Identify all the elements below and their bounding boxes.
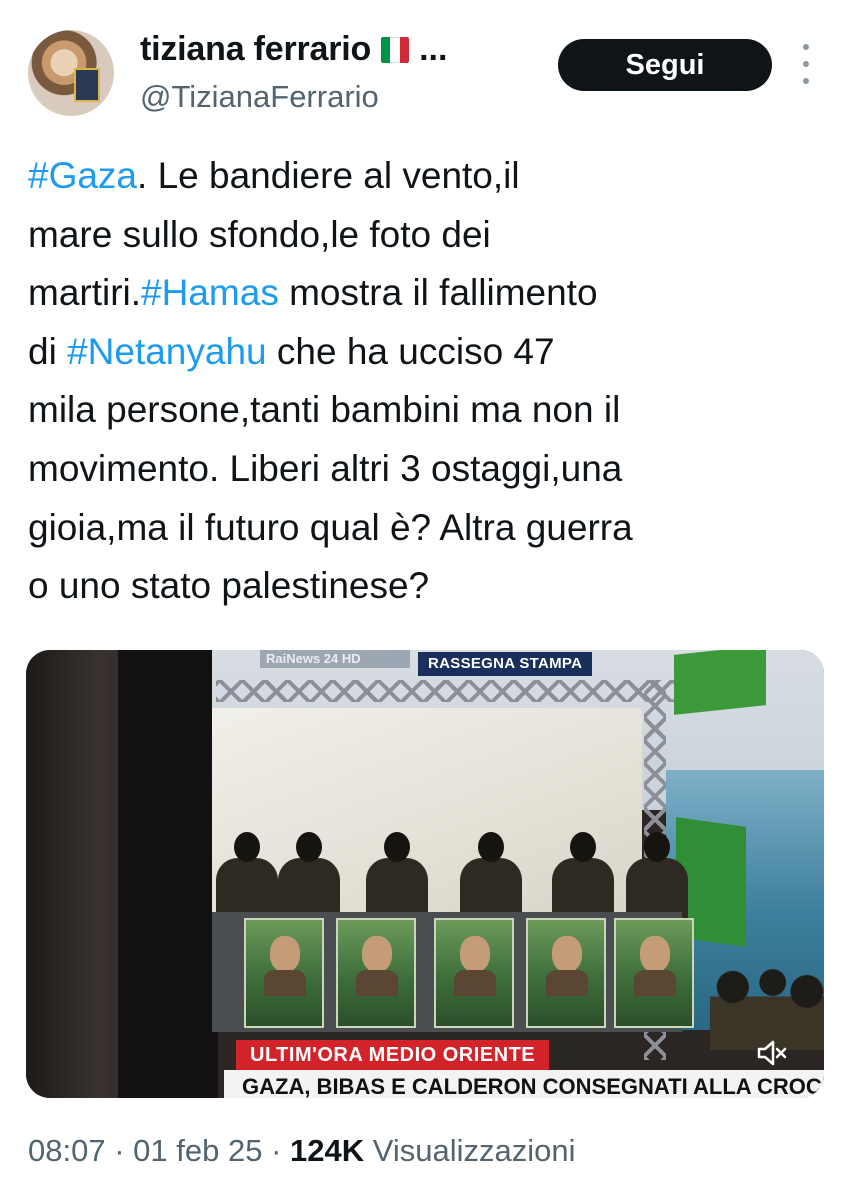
author-handle[interactable]: @TizianaFerrario — [140, 79, 379, 115]
martyr-poster — [244, 918, 324, 1028]
more-options-icon[interactable] — [796, 44, 816, 84]
tweet-line: gioia,ma il futuro qual è? Altra guerra — [28, 499, 828, 558]
tweet-line: di #Netanyahu che ha ucciso 47 — [28, 323, 828, 382]
italy-flag-icon — [381, 36, 410, 63]
martyr-poster — [526, 918, 606, 1028]
views-count[interactable]: 124K — [290, 1133, 364, 1168]
video-player[interactable]: RaiNews 24 HD RASSEGNA STAMPA ULTIM'ORA … — [26, 650, 824, 1098]
tweet-text-segment: mare sullo sfondo,le foto dei — [28, 213, 491, 255]
stage-truss — [216, 680, 676, 702]
tweet-text-segment: o uno stato palestinese? — [28, 565, 430, 607]
tweet-text-segment: gioia,ma il futuro qual è? Altra guerra — [28, 506, 633, 548]
breaking-news-label: ULTIM'ORA MEDIO ORIENTE — [236, 1040, 550, 1070]
author-name-row[interactable]: tiziana ferrario ... — [140, 30, 447, 69]
author-name[interactable]: tiziana ferrario — [140, 30, 371, 69]
meta-separator: · — [271, 1133, 282, 1168]
follow-button[interactable]: Segui — [558, 39, 772, 91]
tweet-meta: 08:07 · 01 feb 25 · 124K Visualizzazioni — [28, 1133, 576, 1169]
tweet-text-segment: di — [28, 330, 68, 372]
tweet-text: #Gaza. Le bandiere al vento,il mare sullo… — [28, 147, 828, 616]
tweet-text-segment: mila persone,tanti bambini ma non il — [28, 389, 621, 431]
tweet-date[interactable]: 01 feb 25 — [133, 1133, 262, 1168]
tweet-line: mare sullo sfondo,le foto dei — [28, 206, 828, 265]
tweet-text-segment: movimento. Liberi altri 3 ostaggi,una — [28, 447, 623, 489]
tweet-text-segment: mostra il fallimento — [278, 272, 598, 314]
crowd — [710, 960, 824, 1050]
hashtag-link[interactable]: #Hamas — [141, 272, 279, 313]
tweet-header: tiziana ferrario ... @TizianaFerrario Se… — [0, 0, 850, 130]
name-truncation: ... — [419, 30, 448, 68]
views-label[interactable]: Visualizzazioni — [373, 1133, 576, 1168]
tweet-text-segment: che ha ucciso 47 — [266, 330, 555, 372]
tweet-text-segment: . Le bandiere al vento,il — [137, 155, 520, 196]
tweet-text-segment: martiri. — [28, 272, 142, 314]
tweet-line: o uno stato palestinese? — [28, 557, 828, 616]
overlay-label: RASSEGNA STAMPA — [418, 652, 593, 676]
tweet-line: #Gaza. Le bandiere al vento,il — [28, 147, 828, 206]
hashtag-link[interactable]: #Gaza — [28, 155, 137, 196]
hashtag-link[interactable]: #Netanyahu — [67, 331, 267, 372]
tv-channel-logo: RaiNews 24 HD — [260, 650, 410, 668]
meta-separator: · — [114, 1133, 125, 1168]
speaker-muted-icon[interactable] — [756, 1038, 788, 1068]
martyr-poster — [336, 918, 416, 1028]
green-flag — [674, 650, 766, 715]
tv-bezel — [118, 650, 218, 1098]
tweet-time[interactable]: 08:07 — [28, 1133, 106, 1168]
avatar[interactable] — [28, 30, 114, 116]
martyr-poster — [614, 918, 694, 1028]
tweet-line: movimento. Liberi altri 3 ostaggi,una — [28, 440, 828, 499]
martyr-poster — [434, 918, 514, 1028]
tweet-line: martiri.#Hamas mostra il fallimento — [28, 264, 828, 323]
tweet-line: mila persone,tanti bambini ma non il — [28, 381, 828, 440]
news-ticker: GAZA, BIBAS E CALDERON CONSEGNATI ALLA C… — [224, 1070, 824, 1098]
